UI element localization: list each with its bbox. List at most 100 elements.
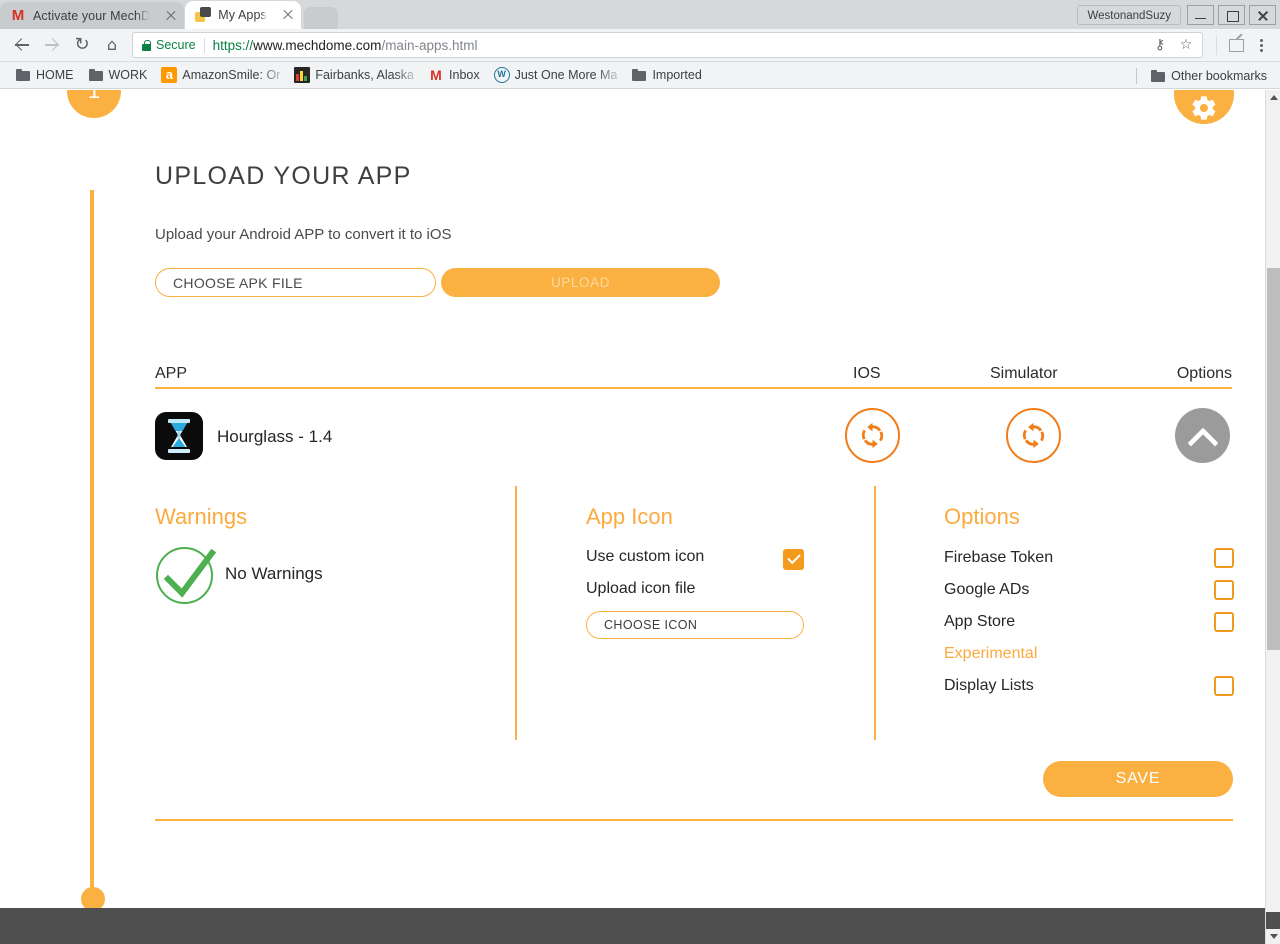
mechdome-apps-page: 1 UPLOAD YOUR APP Upload your Android AP… [0,90,1265,944]
panel-divider [515,486,517,740]
scroll-up-arrow-icon[interactable] [1266,90,1280,105]
option-label: Google ADs [944,578,1029,602]
close-window-button[interactable] [1249,5,1276,25]
option-row-app-store[interactable]: App Store [944,610,1234,634]
bookmark-label: Other bookmarks [1171,69,1267,83]
bookmark-fairbanks-alaska[interactable]: Fairbanks, Alaska [287,64,421,86]
bookmark-home[interactable]: HOME [8,64,81,86]
url-path: /main-apps.html [381,38,477,53]
security-label: Secure [156,38,196,52]
options-subheading-experimental: Experimental [944,642,1234,666]
address-bar[interactable]: Secure https://www.mechdome.com/main-app… [132,32,1203,58]
choose-apk-file-button[interactable]: CHOOSE APK FILE [155,268,436,297]
tab-title: Activate your MechD [33,9,150,23]
upload-button-label: UPLOAD [551,275,610,290]
maximize-button[interactable] [1218,5,1245,25]
scroll-down-arrow-icon[interactable] [1266,929,1280,944]
omnibox-actions: ⚷ ☆ [1152,37,1196,53]
choose-icon-button[interactable]: CHOOSE ICON [586,611,804,639]
choose-apk-file-label: CHOOSE APK FILE [173,275,303,291]
bookmark-other-bookmarks[interactable]: Other bookmarks [1143,65,1274,87]
firebase-token-checkbox[interactable] [1214,548,1234,568]
refresh-icon [858,421,887,450]
amazon-icon [161,67,177,83]
page-viewport: 1 UPLOAD YOUR APP Upload your Android AP… [0,90,1280,944]
choose-icon-label: CHOOSE ICON [604,618,697,632]
upload-icon-file-label: Upload icon file [586,580,695,598]
option-subheading-label: Experimental [944,642,1037,666]
bookmark-star-icon[interactable]: ☆ [1178,37,1194,53]
browser-window: Activate your MechD My Apps WestonandSuz… [0,0,1280,944]
gmail-icon [428,67,444,83]
display-lists-checkbox[interactable] [1214,676,1234,696]
save-button[interactable]: SAVE [1043,761,1233,797]
profile-chip[interactable]: WestonandSuzy [1077,5,1181,25]
folder-icon [631,67,647,83]
bookmark-label: Just One More Ma [515,68,618,82]
close-tab-icon[interactable] [164,9,178,23]
url-host: www.mechdome.com [253,38,381,53]
upload-button[interactable]: UPLOAD [441,268,720,297]
back-line [15,44,29,46]
folder-icon [1150,68,1166,84]
bookmark-label: HOME [36,68,74,82]
forward-button[interactable] [38,31,66,59]
collapse-row-button[interactable] [1175,408,1230,463]
home-icon: ⌂ [98,31,126,59]
save-button-label: SAVE [1116,770,1161,788]
bookmark-just-one-more-ma[interactable]: Just One More Ma [487,64,625,86]
bookmark-inbox[interactable]: Inbox [421,64,487,86]
forward-line [45,44,59,46]
app-icon-heading: App Icon [586,504,673,530]
option-label: App Store [944,610,1015,634]
option-label: Display Lists [944,674,1034,698]
option-row-firebase-token[interactable]: Firebase Token [944,546,1234,570]
tab-activate-your-mechdome[interactable]: Activate your MechD [0,2,184,29]
page-scrollbar[interactable] [1265,90,1280,944]
sync-simulator-button[interactable] [1006,408,1061,463]
reload-icon: ↻ [68,31,96,59]
column-header-simulator: Simulator [990,365,1058,383]
bookmark-imported[interactable]: Imported [624,64,708,86]
bookmark-amazonsmile[interactable]: AmazonSmile: Or [154,64,287,86]
warnings-heading: Warnings [155,504,247,530]
back-button[interactable] [8,31,36,59]
upload-instruction-text: Upload your Android APP to convert it to… [155,226,452,243]
url-scheme: https:// [213,38,254,53]
lock-icon [142,40,151,51]
google-ads-checkbox[interactable] [1214,580,1234,600]
extension-icon[interactable] [1224,33,1248,57]
scrollbar-thumb[interactable] [1267,268,1280,650]
section-bottom-rule [155,819,1233,821]
options-heading: Options [944,504,1020,530]
apps-table-header: APP IOS Simulator Options [155,362,1232,389]
sync-ios-button[interactable] [845,408,900,463]
column-header-ios: IOS [853,365,881,383]
home-button[interactable]: ⌂ [98,31,126,59]
use-custom-icon-label: Use custom icon [586,548,704,566]
tab-title: My Apps [218,8,267,22]
wordpress-icon [494,67,510,83]
column-header-app: APP [155,365,187,383]
use-custom-icon-checkbox[interactable] [783,549,804,570]
option-row-google-ads[interactable]: Google ADs [944,578,1234,602]
folder-icon [15,67,31,83]
page-footer [0,908,1265,944]
divider [1136,68,1137,84]
reload-button[interactable]: ↻ [68,31,96,59]
weather-icon [294,67,310,83]
hourglass-app-icon [155,412,203,460]
tab-my-apps[interactable]: My Apps [185,1,301,29]
minimize-button[interactable] [1187,5,1214,25]
option-row-display-lists[interactable]: Display Lists [944,674,1234,698]
hourglass-glyph [155,412,203,460]
bookmark-label: Imported [652,68,701,82]
close-tab-icon[interactable] [281,8,295,22]
password-key-icon[interactable]: ⚷ [1152,37,1168,53]
settings-bubble-button[interactable] [1174,90,1234,124]
app-store-checkbox[interactable] [1214,612,1234,632]
new-tab-button[interactable] [304,7,338,29]
chrome-menu-icon[interactable] [1250,33,1272,57]
myapps-icon [195,7,211,23]
bookmark-work[interactable]: WORK [81,64,155,86]
